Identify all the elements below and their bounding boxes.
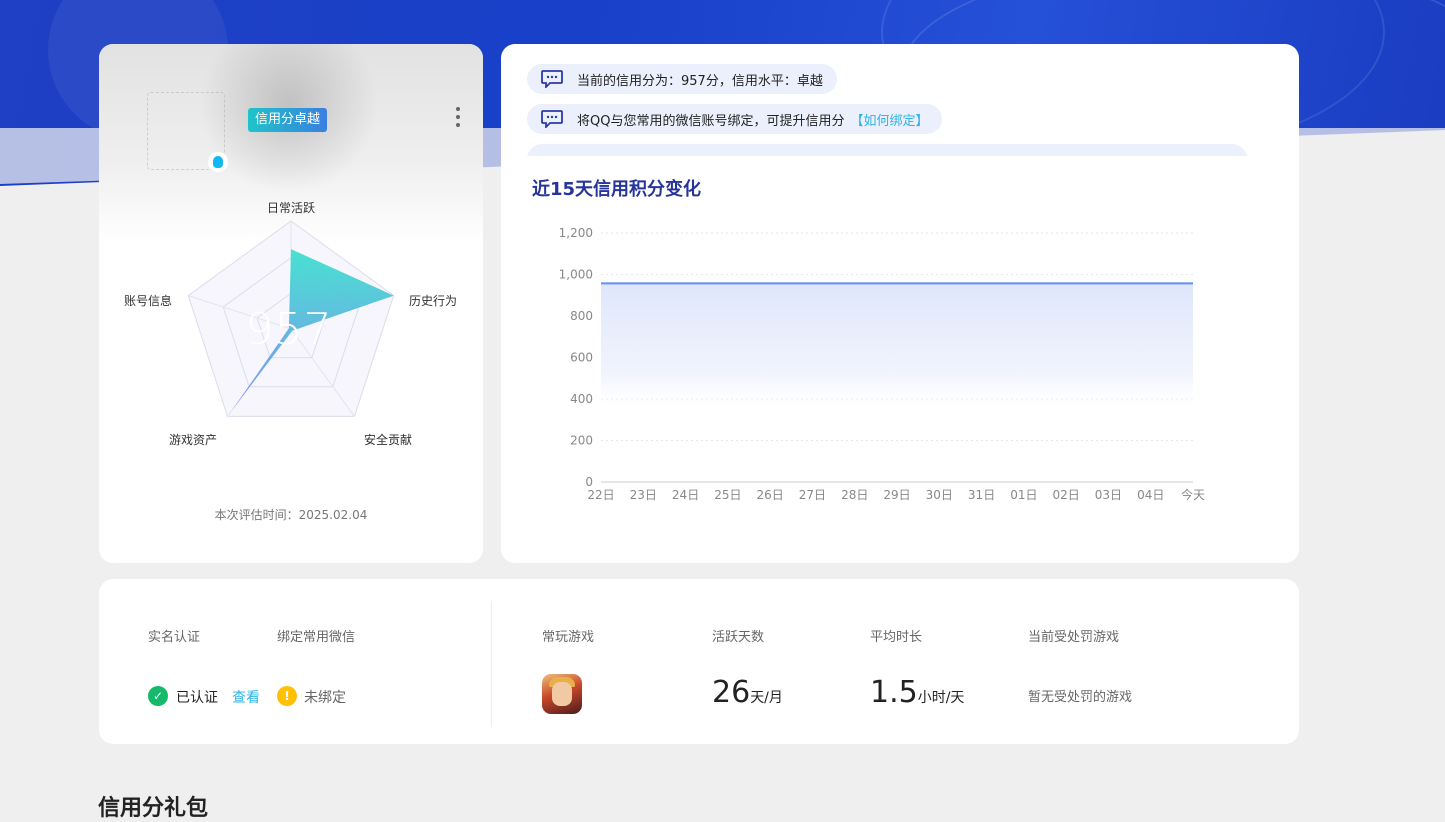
radar-label-security: 安全贡献 (364, 433, 413, 447)
divider (491, 601, 492, 727)
evaluation-time: 本次评估时间：2025.02.04 (214, 508, 368, 522)
avg-duration-number: 1.5 (870, 675, 918, 710)
y-tick-label: 400 (570, 392, 593, 406)
y-tick-label: 800 (570, 309, 593, 323)
x-tick-label: 02日 (1053, 488, 1080, 502)
warning-icon: ! (277, 686, 297, 706)
y-tick-label: 1,000 (559, 268, 593, 282)
section-heading: 信用分礼包 (98, 796, 209, 821)
series-area (601, 283, 1193, 412)
x-tick-label: 27日 (799, 488, 826, 502)
x-tick-label: 29日 (883, 488, 910, 502)
y-tick-label: 200 (570, 434, 593, 448)
avg-duration-value: 1.5小时/天 (870, 675, 964, 710)
x-tick-label: 23日 (630, 488, 657, 502)
credit-trend-card: 当前的信用分为：957分，信用水平：卓越 将QQ与您常用的微信账号绑定，可提升信… (501, 44, 1299, 563)
x-tick-label: 22日 (587, 488, 614, 502)
trend-chart: 0 200 400 600 800 1,000 1,200 22日 23日 24日 25日 26日 27… (559, 226, 1205, 502)
radar-label-history: 历史行为 (409, 294, 458, 308)
x-tick-label: 28日 (841, 488, 868, 502)
y-tick-label: 1,200 (559, 226, 593, 240)
frequent-game-label: 常玩游戏 (542, 630, 595, 645)
wechat-status: 未绑定 (304, 690, 346, 706)
x-tick-label: 04日 (1137, 488, 1164, 502)
active-days-unit: 天/月 (750, 690, 783, 706)
radar-label-assets: 游戏资产 (169, 433, 218, 447)
account-stats-card: 实名认证 绑定常用微信 ✓ 已认证 查看 ! 未绑定 常玩游戏 活跃天数 26天… (99, 579, 1299, 744)
x-tick-label: 03日 (1095, 488, 1122, 502)
credit-level-badge: 信用分卓越 (248, 108, 328, 132)
penalty-value: 暂无受处罚的游戏 (1028, 690, 1133, 705)
radar-label-account: 账号信息 (124, 294, 173, 308)
y-tick-label: 0 (585, 475, 593, 489)
wechat-label: 绑定常用微信 (277, 630, 356, 645)
credit-score: 957 (245, 304, 333, 355)
x-tick-label: 26日 (757, 488, 784, 502)
radar-label-daily-active: 日常活跃 (267, 201, 316, 215)
x-tick-label: 今天 (1181, 487, 1205, 502)
view-realname-link[interactable]: 查看 (232, 687, 260, 707)
realname-label: 实名认证 (148, 630, 201, 645)
check-circle-icon: ✓ (148, 686, 168, 706)
avg-duration-unit: 小时/天 (917, 690, 965, 706)
x-tick-label: 01日 (1010, 488, 1037, 502)
penalty-label: 当前受处罚游戏 (1028, 630, 1120, 645)
honor-of-kings-icon[interactable] (542, 674, 582, 714)
active-days-value: 26天/月 (712, 675, 783, 710)
active-days-label: 活跃天数 (712, 630, 765, 645)
active-days-number: 26 (712, 675, 751, 710)
credit-profile-card: 信用分卓越 日常活跃 历史行为 安全贡献 游戏资产 账号信息 957 本次评估时… (99, 44, 483, 563)
x-tick-label: 25日 (714, 488, 741, 502)
x-tick-label: 24日 (672, 488, 699, 502)
x-tick-label: 30日 (926, 488, 953, 502)
x-tick-label: 31日 (968, 488, 995, 502)
more-options-icon[interactable] (453, 107, 463, 127)
y-tick-label: 600 (570, 351, 593, 365)
radar-chart: 日常活跃 历史行为 安全贡献 游戏资产 账号信息 957 (99, 194, 483, 494)
realname-status: 已认证 (176, 690, 218, 706)
qq-icon (208, 152, 228, 172)
avg-duration-label: 平均时长 (870, 630, 923, 645)
